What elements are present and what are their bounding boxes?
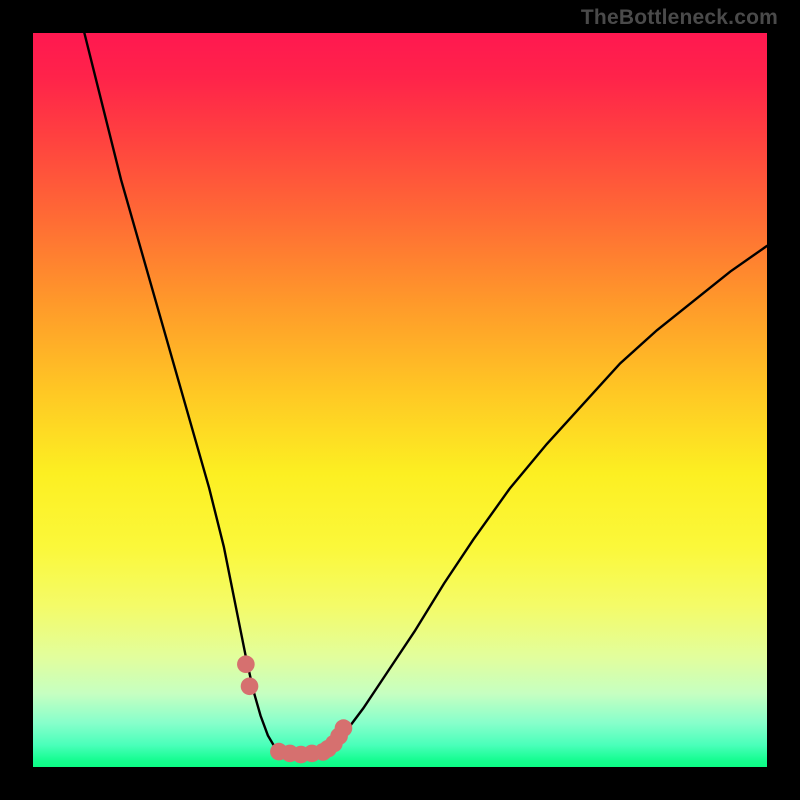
curve-path xyxy=(84,33,767,755)
chart-overlay xyxy=(33,33,767,767)
highlight-dot xyxy=(335,719,353,737)
highlight-dot xyxy=(241,677,259,695)
chart-frame: TheBottleneck.com xyxy=(0,0,800,800)
bottleneck-curve xyxy=(84,33,767,755)
highlight-dot xyxy=(237,655,255,673)
highlight-markers xyxy=(237,655,352,763)
attribution-label: TheBottleneck.com xyxy=(581,6,778,30)
